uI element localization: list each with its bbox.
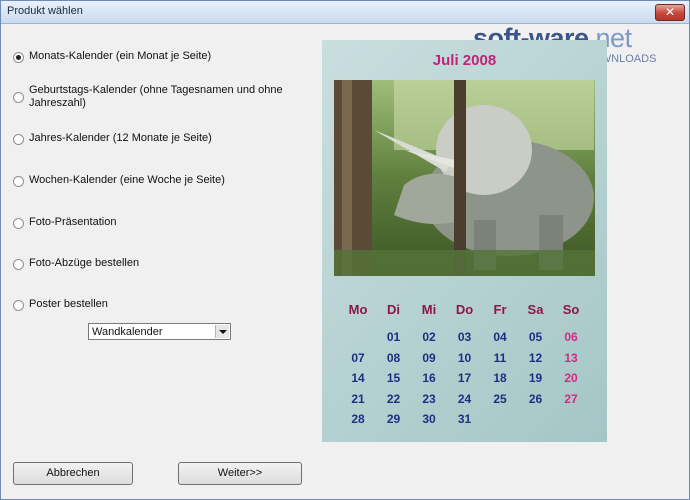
calendar-preview: Juli 2008 Mo Di Mi Do Fr Sa So 01 02 03 … [322,40,607,442]
calendar-day: 19 [528,371,543,385]
radio-button[interactable] [13,92,24,103]
radio-button[interactable] [13,176,24,187]
calendar-day: 23 [422,391,436,406]
calendar-day: 03 [457,330,472,344]
calendar-day: 01 [386,330,401,344]
weekday-header: Mi [421,302,437,317]
calendar-day: 06 [564,330,578,344]
calendar-day: 31 [457,412,472,426]
calendar-day: 21 [351,391,365,406]
calendar-day: 11 [493,350,507,365]
calendar-format-select[interactable]: Wandkalender [88,323,231,340]
radio-button[interactable] [13,300,24,311]
calendar-day: 02 [422,330,436,344]
close-icon: ✕ [664,5,676,19]
calendar-photo [334,80,595,276]
radio-button[interactable] [13,52,24,63]
weekday-header: Fr [493,302,507,317]
calendar-day: 09 [422,350,436,365]
calendar-day: 04 [493,330,507,344]
weekday-header: So [562,302,580,317]
calendar-day: 28 [351,412,365,426]
calendar-day: 15 [386,371,401,385]
calendar-day: 07 [351,350,365,365]
calendar-day: 18 [493,371,507,385]
calendar-day: 05 [528,330,543,344]
calendar-day: 24 [457,391,472,406]
option-label: Monats-Kalender (ein Monat je Seite) [29,50,212,62]
calendar-month-title: Juli 2008 [432,52,497,69]
calendar-day: 17 [457,371,472,385]
calendar-day: 10 [457,350,472,365]
calendar-day: 22 [386,391,401,406]
calendar-day: 13 [564,350,578,365]
option-label: Foto-Präsentation [29,216,117,228]
next-button[interactable]: Weiter>> [178,462,302,485]
calendar-day: 29 [386,412,401,426]
cancel-button[interactable]: Abbrechen [13,462,133,485]
calendar-day: 27 [564,391,578,406]
dinosaur-photo [334,80,595,276]
calendar-day: 26 [528,391,543,406]
radio-button[interactable] [13,218,24,229]
option-label: Wochen-Kalender (eine Woche je Seite) [29,174,225,186]
weekday-header: Do [455,302,474,317]
title-bar: Produkt wählen ✕ [1,1,689,24]
option-label: Foto-Abzüge bestellen [29,257,140,269]
weekday-header: Di [387,302,400,317]
calendar-day: 25 [493,391,507,406]
calendar-day: 14 [351,371,365,385]
radio-button[interactable] [13,259,24,270]
window-title: Produkt wählen [7,5,83,17]
option-label: Geburtstags-Kalender (ohne Tagesnamen un… [29,84,283,109]
calendar-day: 16 [422,371,436,385]
calendar-day: 20 [564,371,578,385]
weekday-header: Mo [348,302,368,317]
option-label: Jahres-Kalender (12 Monate je Seite) [29,132,212,144]
chevron-down-icon[interactable] [215,325,229,338]
dialog-window: Produkt wählen ✕ soft-ware.net AKTUELLE … [0,0,690,500]
calendar-day: 12 [528,350,543,365]
select-value: Wandkalender [92,326,163,338]
weekday-header: Sa [527,302,544,317]
close-button[interactable]: ✕ [655,4,685,21]
calendar-day: 30 [422,412,436,426]
calendar-day: 08 [386,350,401,365]
radio-button[interactable] [13,134,24,145]
option-label: Poster bestellen [29,298,108,310]
